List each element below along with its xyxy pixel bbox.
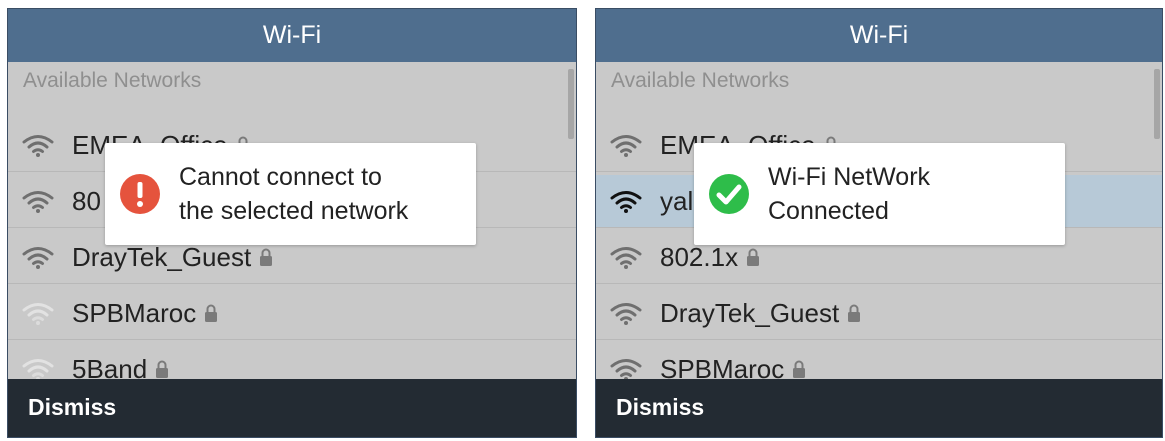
network-list-item[interactable]: SPBMaroc: [8, 287, 576, 340]
wifi-signal-icon: [22, 247, 54, 269]
network-ssid: yal: [660, 185, 694, 216]
toast-message-line2: the selected network: [179, 197, 409, 225]
dismiss-button[interactable]: Dismiss: [8, 379, 576, 437]
lock-icon: [793, 360, 806, 378]
lock-icon: [205, 304, 218, 322]
wifi-signal-icon: [610, 191, 642, 213]
lock-icon: [260, 248, 273, 266]
screen-title: Wi-Fi: [596, 9, 1162, 62]
error-toast: Cannot connect to the selected network: [105, 143, 476, 245]
network-ssid: SPBMaroc: [72, 297, 197, 328]
network-ssid: 802.1x: [660, 241, 739, 272]
lock-icon: [747, 248, 760, 266]
network-ssid: DrayTek_Guest: [72, 241, 252, 272]
wifi-signal-icon: [610, 303, 642, 325]
section-label: Available Networks: [611, 69, 790, 92]
toast-message-line2: Connected: [768, 197, 889, 225]
success-check-icon: [709, 174, 749, 214]
network-ssid: 80: [72, 185, 101, 216]
lock-icon: [156, 360, 169, 378]
wifi-signal-icon: [610, 247, 642, 269]
network-ssid: DrayTek_Guest: [660, 297, 840, 328]
toast-message-line1: Wi-Fi NetWork: [768, 163, 931, 191]
network-list-item[interactable]: DrayTek_Guest: [596, 287, 1162, 340]
wifi-signal-icon: [22, 303, 54, 325]
screen-title: Wi-Fi: [8, 9, 576, 62]
section-label: Available Networks: [23, 69, 202, 92]
wifi-signal-icon: [22, 135, 54, 157]
wifi-signal-icon: [22, 359, 54, 381]
success-toast: Wi-Fi NetWork Connected: [694, 143, 1065, 245]
dismiss-button[interactable]: Dismiss: [596, 379, 1162, 437]
wifi-signal-icon: [610, 135, 642, 157]
wifi-signal-icon: [22, 191, 54, 213]
toast-message-line1: Cannot connect to: [179, 163, 382, 191]
wifi-signal-icon: [610, 359, 642, 381]
error-icon: [120, 174, 160, 214]
lock-icon: [848, 304, 861, 322]
